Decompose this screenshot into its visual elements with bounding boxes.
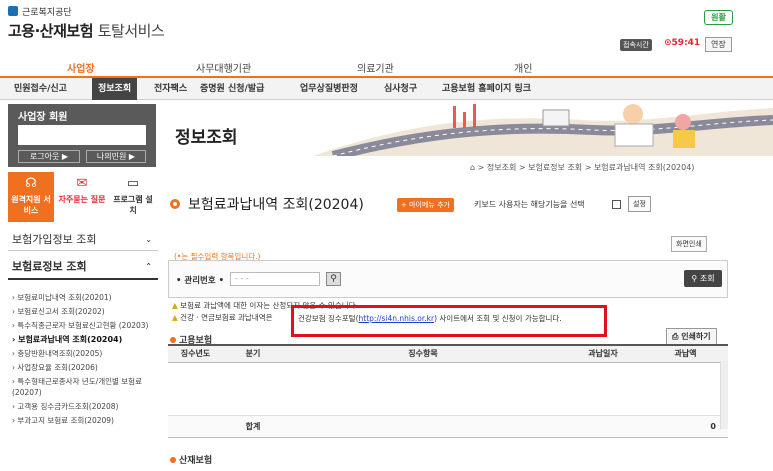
col-date: 과납일자 [563, 344, 643, 363]
content-heading: 보험료과납내역 조회(20204) [188, 197, 364, 213]
org-name: 근로복지공단 [22, 8, 72, 18]
heading-bullet-icon [170, 199, 180, 209]
search-icon[interactable]: ⚲ [326, 272, 341, 286]
left-menu-item[interactable]: › 고객용 징수금카드조회(20208) [12, 401, 158, 412]
left-menu-item[interactable]: › 부과고지 보험료 조회(20209) [12, 415, 158, 426]
chat-icon: ✉ [76, 176, 88, 191]
overpayment-table: 징수년도 분기 징수항목 과납일자 과납액 합계 0 [168, 344, 728, 438]
left-menu-list: › 보험료미납내역 조회(20201) › 보험료신고서 조회(20202) ›… [12, 292, 158, 429]
chevron-down-icon: ⌄ [145, 235, 152, 244]
portal-link[interactable]: http://si4n.nhis.or.kr [359, 314, 435, 323]
mgmt-number-input[interactable]: - - - [230, 272, 320, 286]
service-title-sub: 토탈서비스 [97, 22, 165, 40]
left-menu-item[interactable]: › 보험료미납내역 조회(20201) [12, 292, 158, 303]
logo-icon [8, 6, 18, 16]
print-label: 인쇄하기 [681, 332, 711, 341]
tab-agency[interactable]: 사무대행기관 [196, 60, 251, 75]
left-menu-item[interactable]: › 사업장요율 조회(20206) [12, 362, 158, 373]
chevron-up-icon: ⌃ [145, 262, 152, 271]
remote-label: 원격지원 서비스 [11, 195, 51, 215]
col-amount: 과납액 [643, 344, 728, 363]
submenu-disease[interactable]: 업무상질병판정 [300, 78, 358, 100]
col-year: 징수년도 [168, 344, 223, 363]
section-industrial: 산재보험 [170, 453, 212, 466]
tab-medical[interactable]: 의료기관 [357, 60, 394, 75]
table-sum-row: 합계 0 [168, 415, 728, 438]
service-title[interactable]: 고용·산재보험 토탈서비스 [8, 20, 165, 41]
portal-post: ) 사이트에서 조회 및 신청이 가능합니다. [434, 314, 562, 323]
col-quarter: 분기 [223, 344, 283, 363]
keyboard-user-text: 키보드 사용자는 해당기능을 선택 [474, 200, 585, 209]
section-bullet-icon [170, 337, 176, 343]
extend-session-button[interactable]: 연장 [705, 37, 732, 52]
print-button[interactable]: ⎙ 인쇄하기 [666, 328, 717, 345]
query-label: 조회 [699, 274, 715, 283]
portal-notice: 건강보험 징수포털(http://si4n.nhis.or.kr) 사이트에서 … [298, 313, 562, 324]
left-menu-item[interactable]: › 특수직종근로자 보험료신고현황 (20203) [12, 320, 158, 331]
mgmt-number-label: • 관리번호 • [176, 276, 225, 286]
table-header-row: 징수년도 분기 징수항목 과납일자 과납액 [168, 344, 728, 363]
left-menu-item[interactable]: › 특수형태근로종사자 년도/개인별 보험료(20207) [12, 376, 158, 398]
submenu-appeal[interactable]: 심사청구 [384, 78, 417, 100]
banner-illustration [163, 102, 773, 156]
timer-value: 59:41 [671, 38, 701, 48]
prog-label: 프로그램 설치 [113, 195, 153, 215]
tab-business[interactable]: 사업장 [67, 60, 95, 75]
remote-support-button[interactable]: ☊ 원격지원 서비스 [8, 172, 54, 222]
my-requests-button[interactable]: 나의민원 ▶ [86, 150, 146, 163]
table-row [168, 362, 728, 416]
tab-individual[interactable]: 개인 [514, 60, 532, 75]
section-industrial-label: 산재보험 [179, 456, 213, 466]
submenu-employment-link[interactable]: 고용보험 홈페이지 링크 [442, 78, 531, 100]
service-title-main: 고용·산재보험 [8, 22, 94, 40]
accordion-insurance-join[interactable]: 보험가입정보 조회 ⌄ [8, 229, 158, 251]
breadcrumb: ⌂ > 정보조회 > 보험료정보 조회 > 보험료과납내역 조회(20204) [470, 163, 695, 172]
monitor-icon: ▭ [126, 176, 140, 191]
notice-2-text: 건강 · 연금보험료 과납내역은 [180, 313, 273, 322]
logout-button[interactable]: 로그아웃 ▶ [18, 150, 80, 163]
member-title: 사업장 회원 [18, 112, 68, 123]
left-menu-item[interactable]: › 충당반환내역조회(20205) [12, 348, 158, 359]
keyboard-set-button[interactable]: 설정 [628, 196, 651, 212]
submenu-info[interactable]: 정보조회 [92, 78, 138, 100]
sub-menu: 민원접수/신고 정보조회 전자팩스 증명원 신청/발급 업무상질병판정 심사청구… [0, 78, 773, 100]
section-bullet-icon [170, 457, 176, 463]
keyboard-checkbox[interactable] [612, 200, 621, 209]
session-timer: ⊙59:41 [664, 38, 701, 48]
warning-icon: ▲ [172, 313, 178, 322]
accordion-premium-info[interactable]: 보험료정보 조회 ⌃ [8, 254, 158, 280]
submenu-civil[interactable]: 민원접수/신고 [14, 78, 67, 100]
sum-label: 합계 [223, 415, 283, 438]
sum-value: 0 [643, 415, 728, 438]
member-name-box [18, 125, 146, 145]
faq-label: 자주묻는 질문 [58, 195, 106, 204]
session-label: 접속시간 [620, 39, 652, 51]
headset-icon: ☊ [25, 176, 37, 191]
acc1-label: 보험가입정보 조회 [12, 233, 97, 246]
query-button[interactable]: ⚲ 조회 [684, 270, 722, 287]
col-item: 징수항목 [283, 344, 563, 363]
notice-2: ▲ 건강 · 연금보험료 과납내역은 [172, 312, 273, 323]
left-menu-item[interactable]: › 보험료신고서 조회(20202) [12, 306, 158, 317]
add-my-menu-button[interactable]: + 마이메뉴 추가 [397, 198, 454, 212]
portal-pre: 건강보험 징수포털( [298, 314, 359, 323]
help-button[interactable]: 원활 [704, 10, 733, 25]
table-scrollbar[interactable] [720, 361, 728, 429]
faq-button[interactable]: ✉ 자주묻는 질문 [58, 172, 106, 222]
warning-icon: ▲ [172, 301, 178, 310]
page-title: 정보조회 [175, 128, 238, 148]
screen-print-button[interactable]: 화면인쇄 [671, 236, 707, 252]
submenu-fax[interactable]: 전자팩스 [154, 78, 187, 100]
top-tabs: 사업장 사무대행기관 의료기관 개인 [0, 56, 773, 78]
program-install-button[interactable]: ▭ 프로그램 설치 [110, 172, 156, 222]
left-menu-item-active[interactable]: › 보험료과납내역 조회(20204) [12, 334, 158, 345]
acc2-label: 보험료정보 조회 [12, 260, 87, 273]
submenu-certificate[interactable]: 증명원 신청/발급 [200, 78, 264, 100]
